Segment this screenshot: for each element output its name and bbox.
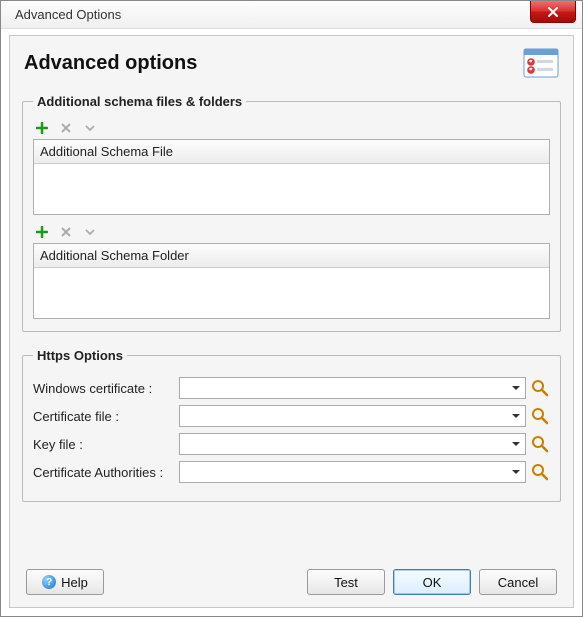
key-file-combo[interactable] — [179, 433, 526, 455]
row-certificate-file: Certificate file : — [33, 405, 550, 427]
add-file-button[interactable] — [35, 121, 49, 135]
https-fieldset: Https Options Windows certificate : — [22, 348, 561, 502]
dialog-header: Advanced options — [22, 46, 561, 88]
dialog-window: Advanced Options Advanced options — [0, 0, 583, 617]
chevron-down-icon — [511, 439, 521, 449]
test-button[interactable]: Test — [307, 569, 385, 595]
key-file-input[interactable] — [179, 433, 526, 455]
remove-file-button[interactable] — [59, 121, 73, 135]
dialog-content: Advanced options Additional schem — [1, 29, 582, 616]
test-button-label: Test — [334, 575, 358, 590]
add-folder-button[interactable] — [35, 225, 49, 239]
row-key-file: Key file : — [33, 433, 550, 455]
schema-folder-list-header: Additional Schema Folder — [34, 244, 549, 268]
windows-certificate-combo[interactable] — [179, 377, 526, 399]
key-file-browse[interactable] — [530, 434, 550, 454]
cancel-button[interactable]: Cancel — [479, 569, 557, 595]
label-certificate-file: Certificate file : — [33, 409, 173, 424]
schema-legend: Additional schema files & folders — [33, 94, 246, 109]
certificate-authorities-dropdown[interactable] — [507, 462, 525, 482]
schema-fieldset: Additional schema files & folders — [22, 94, 561, 332]
ok-button-label: OK — [423, 575, 442, 590]
folder-action-dropdown[interactable] — [83, 225, 97, 239]
schema-file-list[interactable]: Additional Schema File — [33, 139, 550, 215]
chevron-down-icon — [84, 122, 96, 134]
certificate-authorities-browse[interactable] — [530, 462, 550, 482]
certificate-file-browse[interactable] — [530, 406, 550, 426]
x-icon — [60, 122, 72, 134]
chevron-down-icon — [511, 467, 521, 477]
page-title: Advanced options — [24, 52, 197, 75]
certificate-file-input[interactable] — [179, 405, 526, 427]
schema-folder-toolbar — [33, 221, 550, 243]
schema-folder-list[interactable]: Additional Schema Folder — [33, 243, 550, 319]
row-windows-certificate: Windows certificate : — [33, 377, 550, 399]
certificate-authorities-input[interactable] — [179, 461, 526, 483]
label-windows-certificate: Windows certificate : — [33, 381, 173, 396]
search-icon — [531, 463, 549, 481]
help-icon: ? — [42, 575, 56, 589]
https-legend: Https Options — [33, 348, 127, 363]
label-certificate-authorities: Certificate Authorities : — [33, 465, 173, 480]
options-icon — [523, 48, 559, 78]
windows-certificate-dropdown[interactable] — [507, 378, 525, 398]
plus-icon — [36, 122, 48, 134]
file-action-dropdown[interactable] — [83, 121, 97, 135]
key-file-dropdown[interactable] — [507, 434, 525, 454]
close-button[interactable] — [530, 1, 576, 23]
schema-file-toolbar — [33, 117, 550, 139]
certificate-file-dropdown[interactable] — [507, 406, 525, 426]
search-icon — [531, 407, 549, 425]
button-bar: ? Help Test OK Cancel — [22, 559, 561, 597]
schema-file-list-header: Additional Schema File — [34, 140, 549, 164]
search-icon — [531, 379, 549, 397]
chevron-down-icon — [511, 411, 521, 421]
cancel-button-label: Cancel — [498, 575, 538, 590]
certificate-authorities-combo[interactable] — [179, 461, 526, 483]
help-button-label: Help — [61, 575, 88, 590]
label-key-file: Key file : — [33, 437, 173, 452]
window-title: Advanced Options — [15, 7, 121, 22]
help-button[interactable]: ? Help — [26, 569, 104, 595]
row-certificate-authorities: Certificate Authorities : — [33, 461, 550, 483]
certificate-file-combo[interactable] — [179, 405, 526, 427]
close-icon — [547, 6, 559, 18]
ok-button[interactable]: OK — [393, 569, 471, 595]
windows-certificate-input[interactable] — [179, 377, 526, 399]
inner-panel: Advanced options Additional schem — [9, 35, 574, 608]
x-icon — [60, 226, 72, 238]
plus-icon — [36, 226, 48, 238]
title-bar: Advanced Options — [1, 1, 582, 29]
chevron-down-icon — [84, 226, 96, 238]
windows-certificate-browse[interactable] — [530, 378, 550, 398]
chevron-down-icon — [511, 383, 521, 393]
remove-folder-button[interactable] — [59, 225, 73, 239]
search-icon — [531, 435, 549, 453]
